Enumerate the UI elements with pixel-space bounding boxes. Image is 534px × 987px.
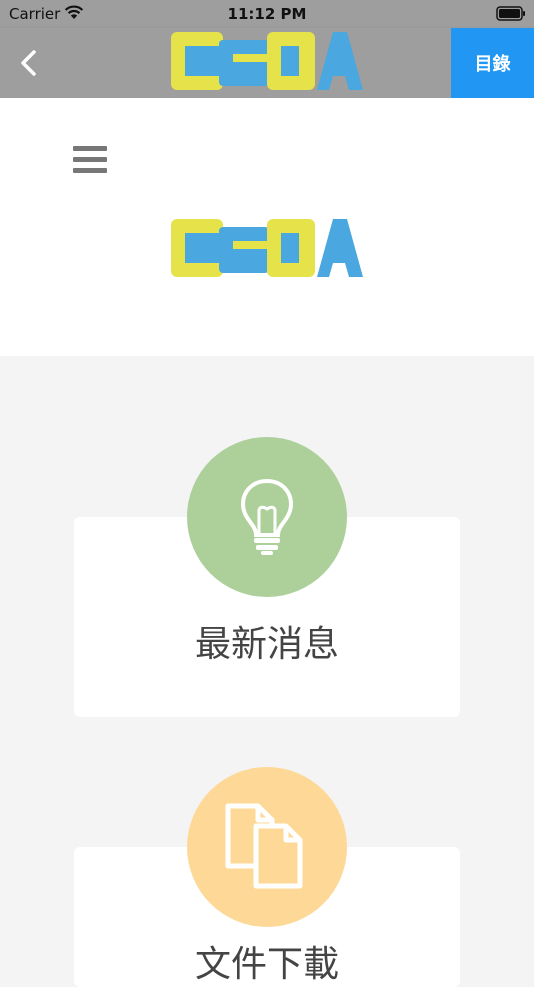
documents-icon-circle[interactable] (187, 767, 347, 927)
status-bar: Carrier 11:12 PM (0, 0, 534, 28)
header-area (0, 98, 534, 356)
battery-icon (496, 6, 525, 21)
lightbulb-icon (240, 478, 294, 555)
menu-button[interactable]: 目錄 (451, 28, 534, 98)
hamburger-menu-icon[interactable] (73, 146, 107, 174)
status-time: 11:12 PM (227, 5, 307, 23)
header-logo (171, 219, 363, 277)
nav-bar: 目錄 (0, 28, 534, 98)
nav-logo (171, 32, 363, 90)
documents-label[interactable]: 文件下載 (0, 935, 534, 987)
news-label[interactable]: 最新消息 (0, 615, 534, 667)
documents-icon (225, 803, 303, 889)
back-arrow-icon[interactable] (16, 48, 42, 78)
news-icon-circle[interactable] (187, 437, 347, 597)
